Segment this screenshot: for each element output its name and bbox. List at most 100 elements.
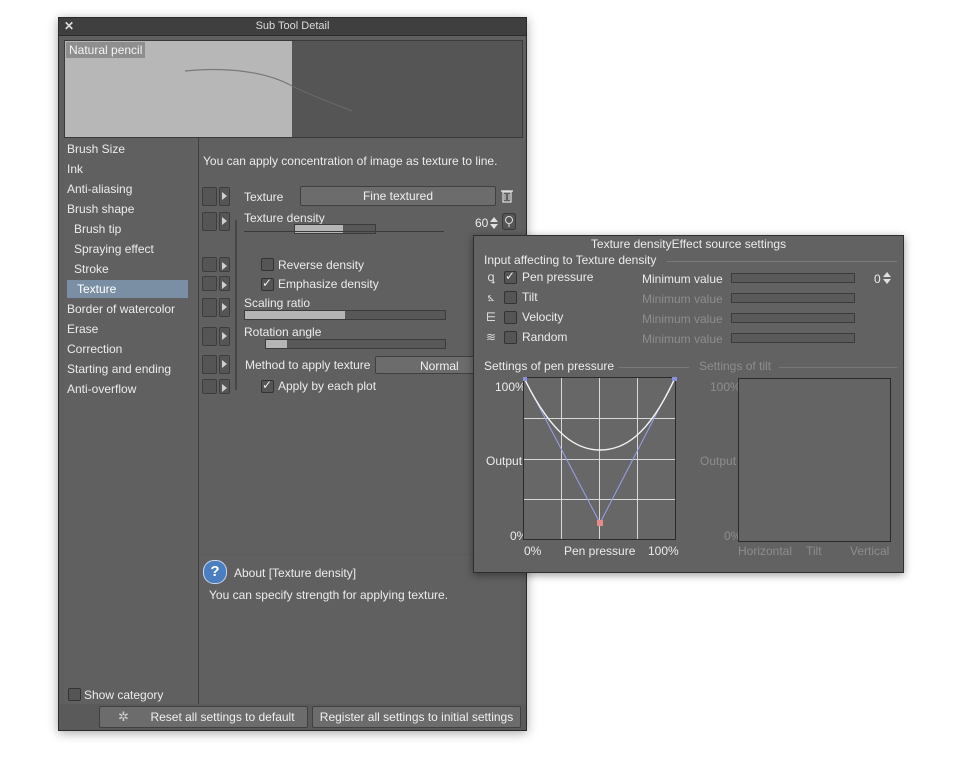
show-in-tool-property-toggle[interactable]	[202, 212, 217, 231]
sub-tool-detail-window: ✕ Sub Tool Detail Natural pencil Brush S…	[58, 17, 527, 731]
reverse-density-label: Reverse density	[278, 258, 365, 272]
tilt-graph-title: Settings of tilt	[699, 359, 772, 373]
expand-toggle[interactable]	[219, 276, 230, 291]
category-ink[interactable]: Ink	[67, 160, 83, 178]
bottom-bar: ✲ Reset all settings to default Register…	[59, 704, 526, 730]
method-label: Method to apply texture	[245, 358, 371, 372]
spin-arrows-icon[interactable]	[489, 216, 499, 230]
category-anti-aliasing[interactable]: Anti-aliasing	[67, 180, 132, 198]
pen-pressure-checkbox[interactable]	[504, 269, 517, 284]
pen-pressure-min-value[interactable]: 0	[874, 272, 881, 286]
tilt-min-label: Minimum value	[642, 292, 723, 306]
emphasize-density-label: Emphasize density	[278, 277, 379, 291]
tilt-checkbox[interactable]	[504, 291, 517, 304]
divider	[619, 367, 689, 368]
apply-by-each-plot-label: Apply by each plot	[278, 379, 377, 393]
show-in-tool-property-toggle[interactable]	[202, 327, 217, 346]
divider	[244, 231, 444, 232]
tilt-y-top: 100%	[710, 380, 741, 394]
pen-pressure-label: Pen pressure	[522, 270, 594, 284]
window-title: Sub Tool Detail	[255, 20, 330, 32]
rotation-angle-fill	[266, 340, 288, 348]
category-brush-shape[interactable]: Brush shape	[67, 200, 134, 218]
category-border-of-watercolor[interactable]: Border of watercolor	[67, 300, 175, 318]
category-stroke[interactable]: Stroke	[74, 260, 109, 278]
reverse-density-checkbox[interactable]	[261, 258, 274, 271]
scaling-ratio-slider[interactable]	[244, 310, 446, 320]
category-brush-tip[interactable]: Brush tip	[74, 220, 121, 238]
pressure-graph-title: Settings of pen pressure	[484, 359, 615, 373]
pen-pressure-min-slider[interactable]	[731, 273, 855, 283]
divider	[779, 367, 897, 368]
velocity-min-label: Minimum value	[642, 312, 723, 326]
trash-icon[interactable]	[499, 187, 515, 204]
show-category-label: Show category	[84, 688, 164, 702]
input-section-label: Input affecting to Texture density	[484, 253, 657, 267]
category-texture-label: Texture	[77, 282, 117, 296]
emphasize-density-checkbox[interactable]	[261, 276, 274, 291]
brush-preview: Natural pencil	[64, 40, 523, 138]
show-in-tool-property-toggle[interactable]	[202, 276, 217, 291]
random-icon: ≋	[485, 330, 497, 344]
preview-tool-name: Natural pencil	[66, 42, 146, 58]
texture-select-button[interactable]: Fine textured	[300, 186, 496, 206]
bracket-line	[235, 220, 237, 390]
divider	[667, 261, 897, 262]
show-in-tool-property-toggle[interactable]	[202, 379, 217, 394]
expand-toggle[interactable]	[219, 298, 230, 317]
pen-pressure-effect-icon[interactable]	[502, 213, 516, 230]
category-starting-and-ending[interactable]: Starting and ending	[67, 360, 171, 378]
expand-toggle[interactable]	[219, 187, 230, 206]
texture-density-slider[interactable]	[294, 224, 376, 234]
velocity-icon: ⋿	[485, 310, 497, 324]
velocity-label: Velocity	[522, 310, 564, 324]
pen-pressure-min-label: Minimum value	[642, 272, 723, 286]
texture-density-label: Texture density	[244, 211, 325, 225]
reset-all-settings-button[interactable]: ✲ Reset all settings to default	[99, 706, 308, 728]
spin-arrows-icon[interactable]	[882, 271, 892, 285]
velocity-checkbox[interactable]	[504, 311, 517, 324]
category-correction[interactable]: Correction	[67, 340, 122, 358]
pen-pressure-curve-graph[interactable]	[523, 377, 679, 543]
random-min-label: Minimum value	[642, 332, 723, 346]
register-initial-settings-button[interactable]: Register all settings to initial setting…	[312, 706, 521, 728]
show-in-tool-property-toggle[interactable]	[202, 257, 217, 272]
texture-label: Texture	[244, 190, 284, 204]
expand-toggle[interactable]	[219, 327, 230, 346]
pressure-x-right: 100%	[648, 544, 679, 558]
random-checkbox[interactable]	[504, 331, 517, 344]
category-anti-overflow[interactable]: Anti-overflow	[67, 380, 136, 398]
expand-toggle[interactable]	[219, 212, 230, 231]
category-description: You can apply concentration of image as …	[203, 154, 498, 168]
title-bar[interactable]: ✕ Sub Tool Detail	[59, 18, 526, 36]
reset-label: Reset all settings to default	[150, 710, 295, 724]
pen-pressure-icon: ꝗ	[487, 270, 495, 284]
random-min-slider	[731, 333, 855, 343]
apply-by-each-plot-checkbox[interactable]	[261, 378, 274, 393]
rotation-angle-label: Rotation angle	[244, 325, 322, 339]
category-erase[interactable]: Erase	[67, 320, 98, 338]
pressure-y-top: 100%	[495, 380, 526, 394]
expand-toggle[interactable]	[219, 355, 230, 374]
scaling-ratio-label: Scaling ratio	[244, 296, 311, 310]
category-texture[interactable]: Texture	[67, 280, 188, 298]
velocity-min-slider	[731, 313, 855, 323]
category-brush-size[interactable]: Brush Size	[67, 140, 125, 158]
scaling-ratio-fill	[245, 311, 345, 319]
effect-panel-title: Texture densityEffect source settings	[590, 237, 787, 251]
texture-density-value[interactable]: 60	[475, 216, 488, 230]
expand-toggle[interactable]	[219, 257, 230, 272]
category-spraying-effect[interactable]: Spraying effect	[74, 240, 154, 258]
help-icon: ?	[203, 560, 227, 584]
show-in-tool-property-toggle[interactable]	[202, 187, 217, 206]
category-list: Brush Size Ink Anti-aliasing Brush shape…	[64, 138, 199, 704]
rotation-angle-slider[interactable]	[265, 339, 446, 349]
tilt-y-mid: Output	[700, 454, 737, 468]
random-label: Random	[522, 330, 568, 344]
show-in-tool-property-toggle[interactable]	[202, 298, 217, 317]
tilt-x-right: Vertical	[850, 544, 890, 558]
show-in-tool-property-toggle[interactable]	[202, 355, 217, 374]
show-category-checkbox[interactable]	[68, 688, 81, 701]
tilt-curve-graph	[738, 378, 891, 542]
expand-toggle[interactable]	[219, 379, 230, 394]
